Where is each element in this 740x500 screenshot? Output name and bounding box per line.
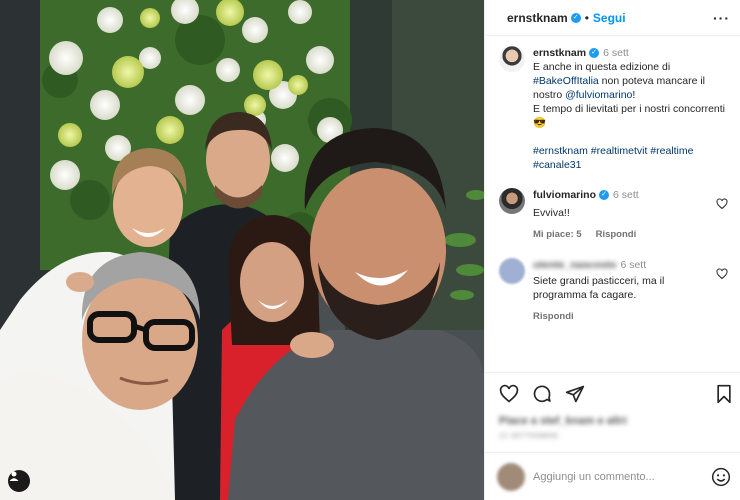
caption-line-1: E anche in questa edizione di <box>533 61 671 73</box>
comment-username[interactable]: fulviomarino <box>533 189 596 201</box>
comments-list[interactable]: ernstknam ✓ 6 sett E anche in questa edizi… <box>485 36 740 324</box>
avatar[interactable] <box>499 188 525 214</box>
group-selfie-image <box>0 0 484 500</box>
heart-icon[interactable] <box>716 268 728 280</box>
more-options-icon[interactable]: ··· <box>713 10 730 26</box>
list-item: utente_nascosto 6 sett Siete grandi pasti… <box>499 258 728 324</box>
heart-icon[interactable] <box>716 198 728 210</box>
caption-time[interactable]: 6 sett <box>603 47 629 59</box>
post-header: ernstknam ✓ • Segui ··· <box>485 0 740 36</box>
verified-icon: ✓ <box>599 190 610 201</box>
tag-people-icon <box>9 471 19 481</box>
bookmark-icon[interactable] <box>715 384 733 404</box>
caption-hashtags[interactable]: #ernstknam #realtimetvit #realtime #cana… <box>533 144 728 172</box>
heart-icon[interactable] <box>499 384 519 404</box>
caption-line-3: ! <box>632 89 636 101</box>
add-comment-bar <box>485 452 740 500</box>
separator-dot: • <box>584 10 589 25</box>
comment-input[interactable] <box>533 470 711 483</box>
post-actions: Piace a stef_knam e altri 22 SETTEMBRE <box>485 372 740 440</box>
avatar[interactable] <box>499 46 525 72</box>
comment-time[interactable]: 6 sett <box>620 259 646 271</box>
hashtag-link[interactable]: #BakeOffItalia <box>533 75 599 87</box>
reply-button[interactable]: Rispondi <box>596 229 637 240</box>
reply-button[interactable]: Rispondi <box>533 311 574 322</box>
emoji-icon[interactable] <box>711 467 731 487</box>
follow-button[interactable]: Segui <box>593 11 626 25</box>
comment-likes[interactable]: Mi piace: 5 <box>533 229 582 240</box>
comment-icon[interactable] <box>532 384 552 404</box>
caption-text: E anche in questa edizione di #BakeOffIt… <box>533 60 728 130</box>
comment-text: Evviva!! <box>533 207 570 219</box>
verified-icon: ✓ <box>589 48 600 59</box>
likes-count[interactable]: Piace a stef_knam e altri <box>499 415 733 427</box>
header-username[interactable]: ernstknam <box>507 11 568 25</box>
avatar[interactable] <box>499 258 525 284</box>
avatar <box>497 462 525 491</box>
caption: ernstknam ✓ 6 sett E anche in questa edizi… <box>499 46 728 172</box>
post-photo[interactable] <box>0 0 484 500</box>
verified-icon: ✓ <box>570 12 581 23</box>
list-item: fulviomarino ✓ 6 sett Evviva!! Mi piace: 5… <box>499 188 728 242</box>
comment-text: Siete grandi pasticceri, ma il programma… <box>533 275 665 301</box>
share-icon[interactable] <box>565 384 585 404</box>
caption-line-4: E tempo di lievitati per i nostri concor… <box>533 103 725 129</box>
mention-link[interactable]: @fulviomarino <box>565 89 632 101</box>
tag-people-button[interactable] <box>8 470 30 492</box>
post-side-panel: ernstknam ✓ • Segui ··· ernstknam ✓ 6 sett… <box>484 0 740 500</box>
caption-username[interactable]: ernstknam <box>533 47 586 59</box>
post-date[interactable]: 22 SETTEMBRE <box>499 431 733 440</box>
comment-username[interactable]: utente_nascosto <box>533 259 616 271</box>
comment-time[interactable]: 6 sett <box>613 189 639 201</box>
